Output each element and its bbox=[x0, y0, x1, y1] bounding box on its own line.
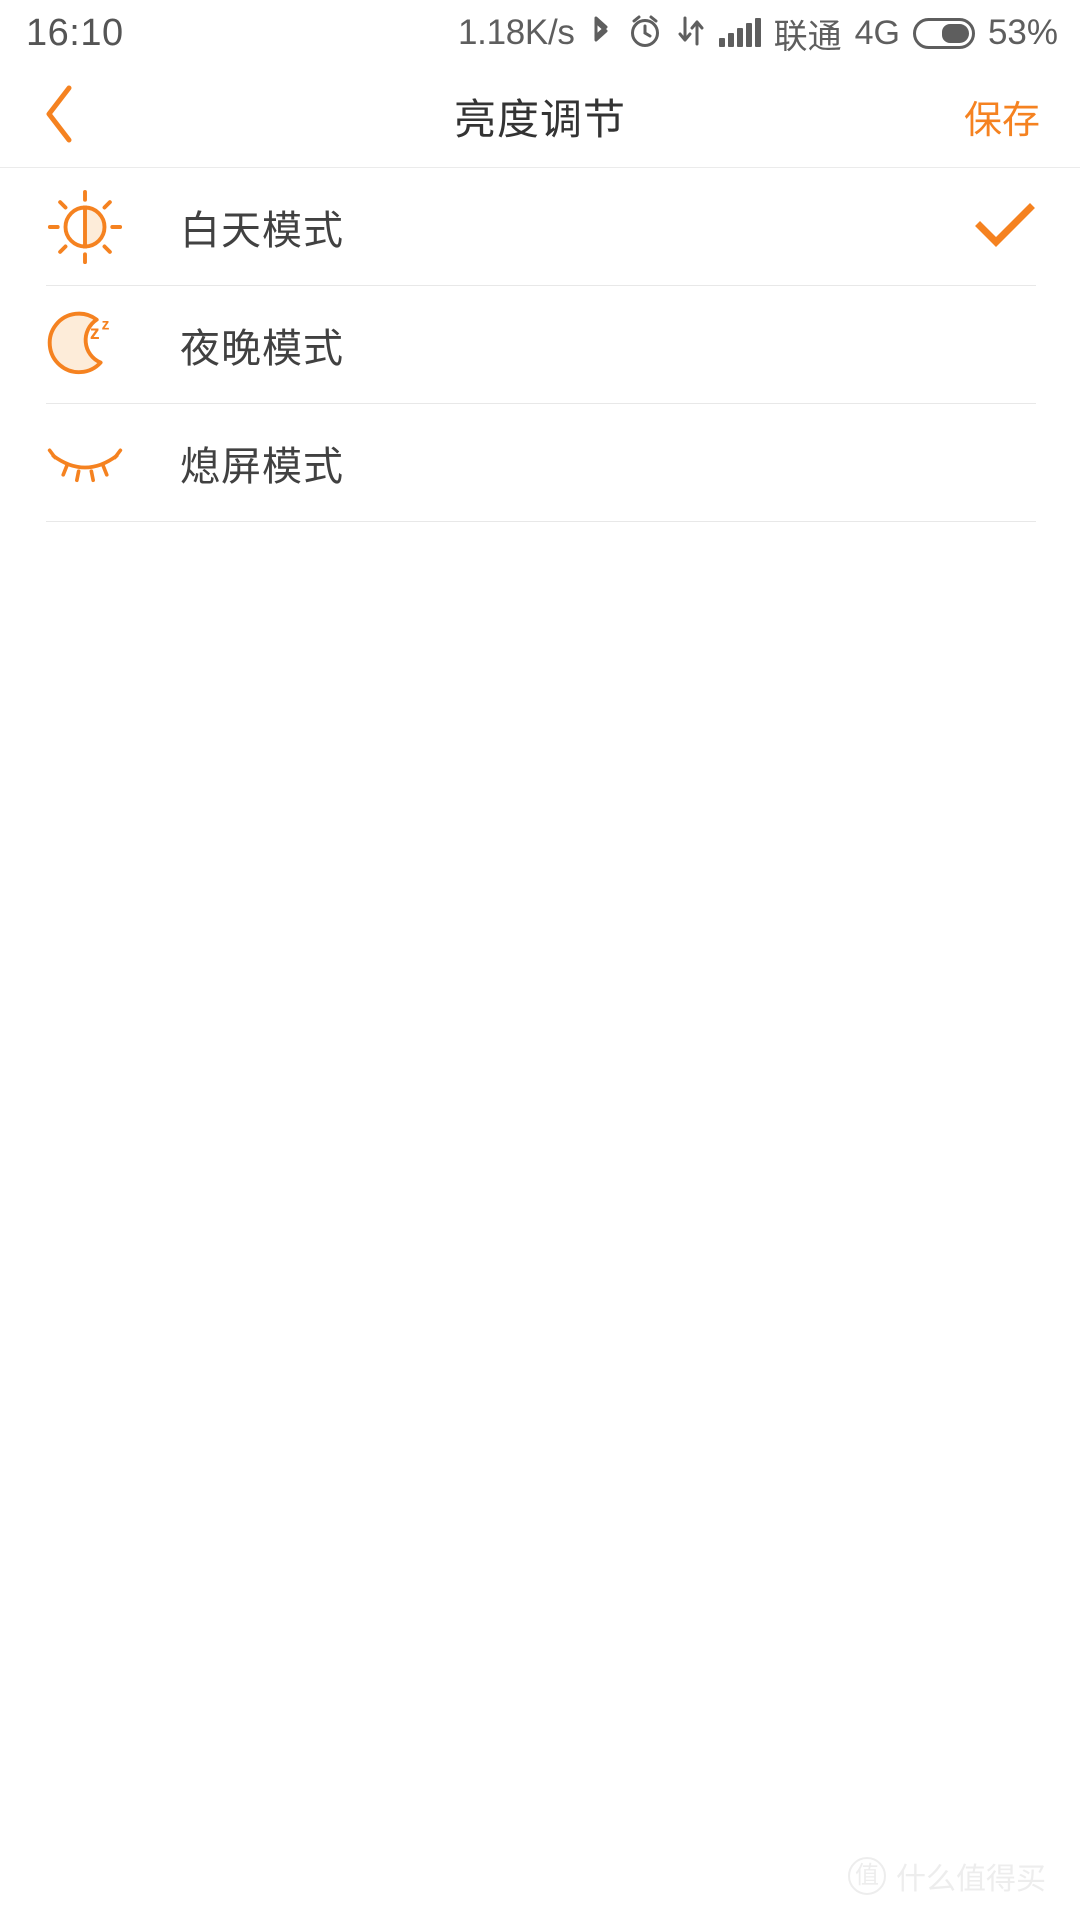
bluetooth-icon bbox=[588, 13, 614, 54]
app-header: 亮度调节 保存 bbox=[0, 66, 1080, 168]
svg-text:z: z bbox=[102, 316, 110, 333]
list-item-label: 熄屏模式 bbox=[180, 445, 344, 489]
battery-percent-text: 53% bbox=[987, 13, 1058, 52]
save-button[interactable]: 保存 bbox=[964, 89, 1040, 144]
back-button[interactable] bbox=[0, 66, 120, 167]
network-type: 4G bbox=[854, 13, 900, 52]
chevron-left-icon bbox=[38, 82, 82, 151]
list-item-night-mode[interactable]: z z 夜晚模式 bbox=[0, 286, 1080, 404]
status-bar-clock: 16:10 bbox=[26, 11, 124, 54]
watermark-badge: 值 bbox=[848, 1857, 886, 1895]
status-bar: 16:10 1.18K/s 联通 4G 53% bbox=[0, 0, 1080, 66]
data-transfer-icon bbox=[676, 14, 706, 53]
list-item-day-mode[interactable]: 白天模式 bbox=[0, 168, 1080, 286]
sun-icon bbox=[46, 187, 124, 267]
watermark: 值 什么值得买 bbox=[848, 1854, 1046, 1898]
closed-eye-icon bbox=[46, 433, 124, 493]
carrier-name: 联通 bbox=[773, 17, 842, 56]
watermark-text: 什么值得买 bbox=[896, 1863, 1046, 1896]
phone-screen: 16:10 1.18K/s 联通 4G 53% 亮度调节 保存 白天模式 z z… bbox=[0, 0, 1080, 1920]
network-speed-text: 1.18K/s bbox=[457, 13, 575, 52]
status-bar-indicators: 1.18K/s 联通 4G 53% bbox=[458, 9, 1058, 58]
brightness-mode-list: 白天模式 z z 夜晚模式 熄屏模式 bbox=[0, 168, 1080, 522]
check-icon bbox=[974, 200, 1036, 255]
list-item-label: 白天模式 bbox=[180, 209, 344, 253]
svg-text:z: z bbox=[90, 322, 100, 344]
page-title: 亮度调节 bbox=[453, 96, 626, 143]
list-item-screen-off-mode[interactable]: 熄屏模式 bbox=[0, 404, 1080, 522]
battery-icon bbox=[912, 17, 975, 49]
alarm-clock-icon bbox=[627, 13, 663, 54]
list-item-label: 夜晚模式 bbox=[180, 327, 344, 371]
signal-bars-icon bbox=[718, 18, 761, 47]
moon-sleep-icon: z z bbox=[46, 305, 124, 385]
